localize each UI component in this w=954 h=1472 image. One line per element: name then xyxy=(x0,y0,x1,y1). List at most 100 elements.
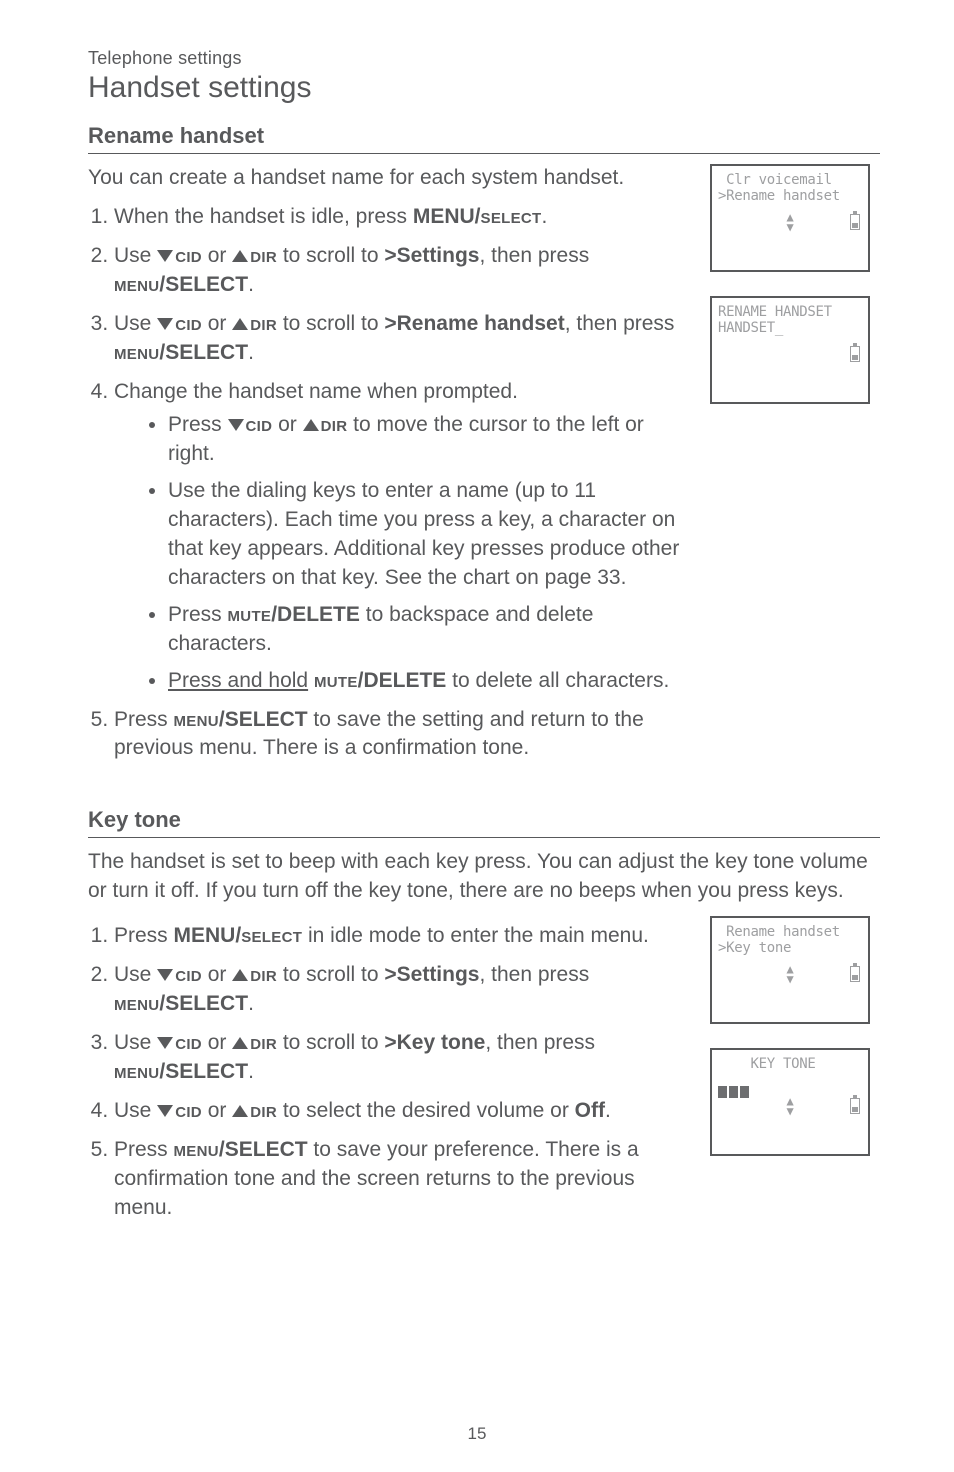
substeps: Press cid or dir to move the cursor to t… xyxy=(114,411,692,696)
text: Use xyxy=(114,244,157,267)
key-menu: MENU/ xyxy=(174,924,242,947)
step-2: Use cid or dir to scroll to >Settings, t… xyxy=(114,242,692,300)
key-mute: mute xyxy=(314,669,358,692)
text: Press xyxy=(168,413,228,436)
key-select: /SELECT xyxy=(159,1060,248,1083)
down-arrow-icon xyxy=(157,969,173,981)
text: in idle mode to enter the main menu. xyxy=(302,924,649,947)
text: Press xyxy=(114,924,174,947)
text: . xyxy=(248,273,254,296)
rule xyxy=(88,837,880,838)
key-cid: cid xyxy=(175,1099,202,1122)
down-arrow-icon xyxy=(228,419,244,431)
text: , then press xyxy=(485,1031,595,1054)
text: Change the handset name when prompted. xyxy=(114,380,518,403)
text: . xyxy=(248,1060,254,1083)
text: to scroll to xyxy=(277,244,384,267)
up-arrow-icon xyxy=(232,1037,248,1049)
text: Use xyxy=(114,312,157,335)
menu-target: >Key tone xyxy=(384,1031,485,1054)
key-cid: cid xyxy=(175,244,202,267)
bullet-3: Press mute/DELETE to backspace and delet… xyxy=(168,601,692,659)
text: When the handset is idle, press xyxy=(114,205,413,228)
heading-key-tone: Key tone xyxy=(88,807,880,833)
bullet-1: Press cid or dir to move the cursor to t… xyxy=(168,411,692,469)
key-dir: dir xyxy=(250,963,277,986)
text: Press and hold xyxy=(168,669,308,692)
up-arrow-icon xyxy=(232,1105,248,1117)
key-menu: menu xyxy=(174,1138,219,1161)
text: Press xyxy=(114,1138,174,1161)
key-delete: /DELETE xyxy=(358,669,447,692)
key-menu: menu xyxy=(114,341,159,364)
key-cid: cid xyxy=(175,312,202,335)
key-mute: mute xyxy=(228,603,272,626)
key-select: select xyxy=(241,924,302,947)
key-menu: menu xyxy=(114,992,159,1015)
key-dir: dir xyxy=(250,1031,277,1054)
key-cid: cid xyxy=(246,413,273,436)
text: to select the desired volume or xyxy=(277,1099,575,1122)
step-5: Press menu/SELECT to save the setting an… xyxy=(114,706,692,764)
text: . xyxy=(248,992,254,1015)
key-select: /SELECT xyxy=(159,992,248,1015)
battery-icon xyxy=(850,966,860,982)
text: , then press xyxy=(565,312,675,335)
up-arrow-icon xyxy=(232,969,248,981)
key-dir: dir xyxy=(250,1099,277,1122)
step-4: Use cid or dir to select the desired vol… xyxy=(114,1097,692,1126)
step-2: Use cid or dir to scroll to >Settings, t… xyxy=(114,961,692,1019)
key-menu: menu xyxy=(114,273,159,296)
rule xyxy=(88,153,880,154)
up-arrow-icon xyxy=(232,318,248,330)
lcd-screen-rename: RENAME HANDSET HANDSET_ xyxy=(710,296,870,404)
step-3: Use cid or dir to scroll to >Key tone, t… xyxy=(114,1029,692,1087)
text: or xyxy=(202,963,232,986)
key-select: /SELECT xyxy=(159,341,248,364)
battery-icon xyxy=(850,346,860,362)
lcd-screen-keytone-volume: KEY TONE ▲▼ xyxy=(710,1048,870,1156)
key-menu: menu xyxy=(114,1060,159,1083)
key-delete: /DELETE xyxy=(271,603,360,626)
text: Use xyxy=(114,1031,157,1054)
section-eyebrow: Telephone settings xyxy=(88,48,880,69)
key-select: /SELECT xyxy=(219,1138,308,1161)
up-arrow-icon xyxy=(232,250,248,262)
text: to delete all characters. xyxy=(446,669,669,692)
down-arrow-icon xyxy=(157,250,173,262)
page-number: 15 xyxy=(0,1424,954,1444)
step-1: When the handset is idle, press MENU/sel… xyxy=(114,203,692,232)
down-arrow-icon xyxy=(157,318,173,330)
text: . xyxy=(248,341,254,364)
lcd-screen-keytone-menu: Rename handset >Key tone ▲▼ xyxy=(710,916,870,1024)
step-4: Change the handset name when prompted. P… xyxy=(114,378,692,696)
intro-text: You can create a handset name for each s… xyxy=(88,164,692,193)
down-arrow-icon xyxy=(157,1105,173,1117)
text: Press xyxy=(168,603,228,626)
off-label: Off xyxy=(575,1099,605,1122)
step-5: Press menu/SELECT to save your preferenc… xyxy=(114,1136,692,1223)
lcd-screen-settings: Clr voicemail >Rename handset ▲▼ xyxy=(710,164,870,272)
lcd-line: Clr voicemail xyxy=(718,172,862,188)
updown-icon: ▲▼ xyxy=(787,1096,794,1116)
text: to scroll to xyxy=(277,963,384,986)
bullet-2: Use the dialing keys to enter a name (up… xyxy=(168,477,692,593)
text: to scroll to xyxy=(277,312,384,335)
lcd-line: HANDSET_ xyxy=(718,320,862,336)
menu-target: >Rename handset xyxy=(384,312,564,335)
lcd-line: RENAME HANDSET xyxy=(718,304,862,320)
text: or xyxy=(202,312,232,335)
text: or xyxy=(202,244,232,267)
updown-icon: ▲▼ xyxy=(787,212,794,232)
text: to scroll to xyxy=(277,1031,384,1054)
text: or xyxy=(202,1031,232,1054)
key-menu: MENU/ xyxy=(413,205,481,228)
page-title: Handset settings xyxy=(88,71,880,105)
lcd-line: >Rename handset xyxy=(718,188,862,204)
text: Press xyxy=(114,708,174,731)
text: . xyxy=(605,1099,611,1122)
text: or xyxy=(202,1099,232,1122)
key-cid: cid xyxy=(175,1031,202,1054)
steps-rename: When the handset is idle, press MENU/sel… xyxy=(88,203,692,763)
steps-keytone: Press MENU/select in idle mode to enter … xyxy=(88,922,692,1223)
